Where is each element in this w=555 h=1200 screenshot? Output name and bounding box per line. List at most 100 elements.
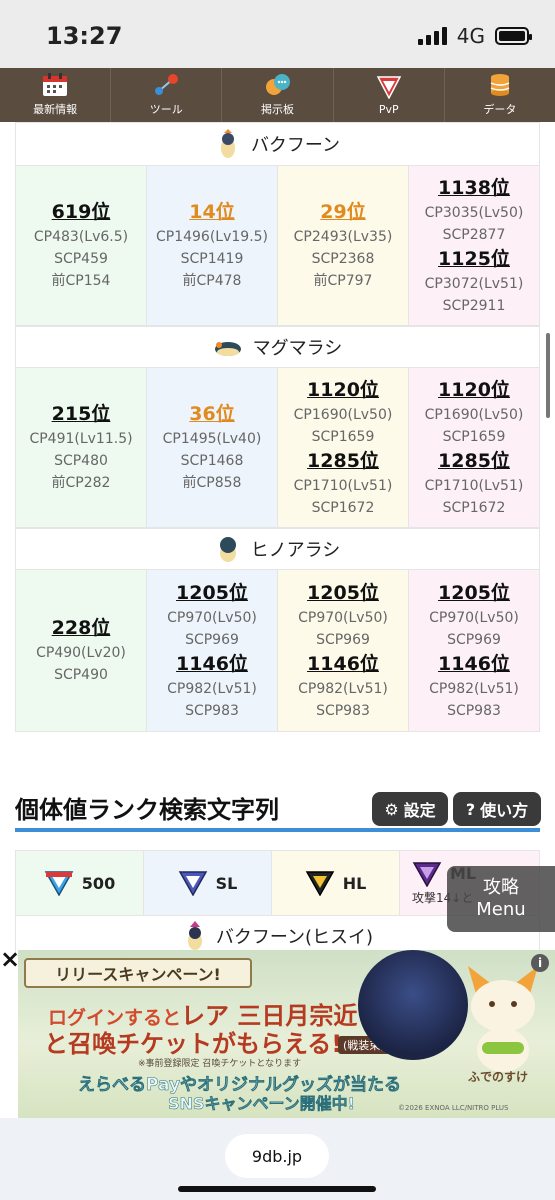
rank-row: 228位 CP490(Lv20) SCP490 1205位 CP970(Lv50) SCP…	[15, 570, 540, 732]
top-nav: 最新情報 ツール 掲示板 PvP データ	[0, 68, 555, 122]
rank-cell: 1205位 CP970(Lv50) SCP969 1146位 CP982(Lv51) SC…	[147, 570, 278, 732]
rank-link[interactable]: 1146位	[438, 651, 510, 678]
help-button[interactable]: ? 使い方	[453, 792, 541, 826]
rank-cell: 29位 CP2493(Lv35) SCP2368 前CP797	[278, 166, 409, 326]
cp-stat: CP1495(Lv40)	[162, 431, 262, 447]
cp-stat: SCP983	[185, 702, 239, 719]
rank-link[interactable]: 29位	[320, 199, 365, 226]
rank-row: 215位 CP491(Lv11.5) SCP480 前CP282 36位 CP1495(L…	[15, 368, 540, 528]
ad-note: ※事前登録限定 召喚チケットとなります	[138, 1059, 302, 1069]
rank-link[interactable]: 36位	[189, 401, 234, 428]
master-league-icon	[412, 861, 442, 887]
cp-stat: CP3035(Lv50)	[424, 204, 524, 221]
browser-bottom-bar: 9db.jp	[0, 1118, 555, 1200]
gear-icon: ⚙	[384, 799, 399, 819]
signal-icon	[417, 27, 447, 45]
league-tab-500[interactable]: 500	[16, 851, 144, 915]
pokemon-header: マグマラシ	[15, 326, 540, 368]
tool-icon	[153, 73, 179, 97]
typhlosion-sprite-icon	[220, 129, 235, 158]
nav-label: ツール	[149, 103, 183, 116]
status-time: 13:27	[46, 22, 123, 50]
status-bar: 13:27 4G	[0, 0, 555, 68]
cp-stat: SCP490	[54, 667, 108, 683]
nav-item-data[interactable]: データ	[445, 68, 555, 122]
chat-icon	[265, 73, 291, 97]
cp-stat: CP982(Lv51)	[298, 680, 388, 697]
cp-stat: CP2493(Lv35)	[293, 229, 393, 245]
league-label: HL	[342, 873, 367, 893]
network-label: 4G	[456, 24, 485, 48]
settings-label: 設定	[403, 801, 436, 820]
cp-stat: SCP1672	[442, 499, 506, 516]
rank-cell: 228位 CP490(Lv20) SCP490	[16, 570, 147, 732]
cp-stat: 前CP282	[51, 475, 111, 491]
rank-cell: 1138位 CP3035(Lv50) SCP2877 1125位 CP3072(Lv51…	[409, 166, 540, 326]
nav-item-pvp[interactable]: PvP	[334, 68, 445, 122]
rank-cell: 619位 CP483(Lv6.5) SCP459 前CP154	[16, 166, 147, 326]
nav-item-news[interactable]: 最新情報	[0, 68, 112, 122]
rank-link[interactable]: 1205位	[307, 580, 379, 607]
rank-link[interactable]: 1285位	[438, 448, 510, 475]
rank-link[interactable]: 619位	[52, 199, 111, 226]
pokemon-header: バクフーン	[15, 122, 540, 166]
scrollbar-thumb[interactable]	[546, 333, 550, 418]
ad-text-line4: SNSキャンペーン開催中!	[168, 1094, 355, 1114]
cp-stat: SCP969	[185, 631, 239, 648]
ad-title: リリースキャンペーン!	[24, 958, 252, 988]
rank-link[interactable]: 1120位	[307, 377, 379, 404]
great-league-icon	[44, 871, 74, 896]
nav-item-board[interactable]: 掲示板	[222, 68, 334, 122]
rank-link[interactable]: 1205位	[438, 580, 510, 607]
ad-mascot-name: ふでのすけ	[468, 1070, 529, 1084]
cyndaquil-sprite-icon	[219, 537, 236, 562]
url-bar[interactable]: 9db.jp	[225, 1134, 329, 1178]
home-indicator	[178, 1186, 376, 1192]
nav-label: 最新情報	[33, 103, 78, 116]
help-label: 使い方	[480, 801, 529, 820]
rank-cell: 14位 CP1496(Lv19.5) SCP1419 前CP478	[147, 166, 278, 326]
league-label: SL	[215, 873, 238, 893]
pokemon-name: バクフーン(ヒスイ)	[215, 926, 374, 948]
cp-stat: CP483(Lv6.5)	[33, 229, 129, 245]
cp-stat: CP1690(Lv50)	[293, 406, 393, 423]
section-divider	[15, 828, 540, 832]
cp-stat: 前CP478	[182, 273, 242, 289]
rank-link[interactable]: 228位	[52, 615, 111, 642]
pokemon-name: バクフーン	[250, 135, 341, 156]
nav-item-tools[interactable]: ツール	[111, 68, 223, 122]
calendar-icon	[42, 73, 68, 97]
nav-label: 掲示板	[261, 103, 294, 116]
cp-stat: CP3072(Lv51)	[424, 275, 524, 292]
rank-link[interactable]: 1138位	[438, 175, 510, 202]
rank-link[interactable]: 1285位	[307, 448, 379, 475]
nav-label: データ	[483, 103, 517, 116]
rank-link[interactable]: 215位	[52, 401, 111, 428]
pokemon-header: ヒノアラシ	[15, 528, 540, 570]
hyper-league-icon	[305, 871, 334, 896]
rank-link[interactable]: 1205位	[176, 580, 248, 607]
league-tab-sl[interactable]: SL	[144, 851, 272, 915]
cp-stat: CP1710(Lv51)	[293, 477, 393, 494]
rank-link[interactable]: 1125位	[438, 246, 510, 273]
league-tab-hl[interactable]: HL	[272, 851, 400, 915]
rank-cell: 36位 CP1495(Lv40) SCP1468 前CP858	[147, 368, 278, 528]
cp-stat: 前CP154	[51, 273, 111, 289]
ad-banner[interactable]: リリースキャンペーン! ログインするとレア 三日月宗近 と召喚チケットがもらえる…	[18, 950, 555, 1118]
rank-link[interactable]: 1146位	[176, 651, 248, 678]
ad-close-button[interactable]: ×	[0, 946, 20, 972]
guide-menu-button[interactable]: 攻略 Menu	[447, 866, 555, 932]
settings-button[interactable]: ⚙ 設定	[372, 792, 448, 826]
ad-info-icon[interactable]: i	[531, 954, 549, 972]
cp-stat: CP1496(Lv19.5)	[155, 229, 269, 245]
guide-menu-line2: Menu	[476, 899, 526, 920]
guide-menu-line1: 攻略	[482, 877, 519, 898]
cp-stat: SCP1468	[180, 453, 244, 469]
cp-stat: CP490(Lv20)	[36, 645, 126, 661]
cp-stat: SCP459	[54, 251, 108, 267]
rank-link[interactable]: 14位	[189, 199, 234, 226]
cp-stat: SCP2911	[442, 297, 506, 314]
rank-link[interactable]: 1146位	[307, 651, 379, 678]
rank-link[interactable]: 1120位	[438, 377, 510, 404]
cp-stat: 前CP797	[313, 273, 373, 289]
